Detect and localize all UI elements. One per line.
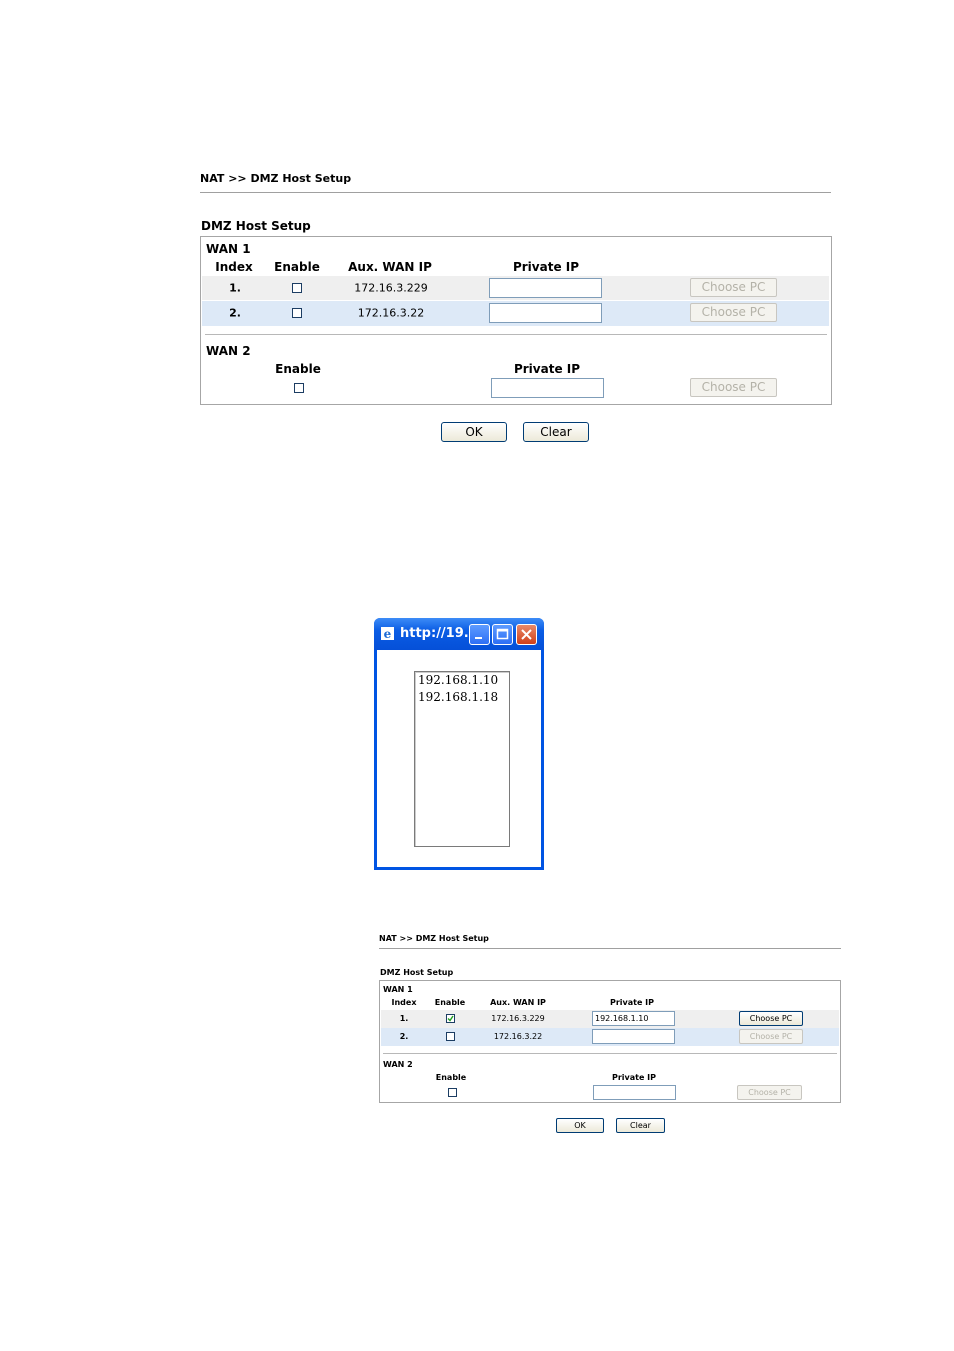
private-ip-header: Private IP (513, 362, 581, 376)
pc-ip-listbox[interactable]: 192.168.1.10 192.168.1.18 (414, 671, 510, 847)
breadcrumb: NAT >> DMZ Host Setup (200, 172, 352, 185)
window-title: http://19... (400, 626, 479, 641)
aux-wan-ip: 172.16.3.229 (354, 281, 428, 295)
wan-divider (383, 1053, 837, 1054)
index-header: Index (391, 998, 417, 1007)
aux-wan-ip-header: Aux. WAN IP (348, 260, 432, 274)
aux-wan-ip-header: Aux. WAN IP (490, 998, 546, 1007)
private-ip-field[interactable] (489, 278, 602, 298)
breadcrumb: NAT >> DMZ Host Setup (379, 934, 489, 943)
maximize-icon[interactable] (492, 624, 513, 645)
private-ip-header: Private IP (512, 260, 580, 274)
private-ip-field[interactable] (491, 378, 604, 398)
enable-header: Enable (275, 362, 321, 376)
private-ip-field[interactable]: 192.168.1.10 (592, 1011, 675, 1026)
window-body: 192.168.1.10 192.168.1.18 (377, 650, 541, 867)
title-divider (379, 948, 841, 949)
enable-checkbox[interactable] (446, 1014, 455, 1023)
section-title: DMZ Host Setup (380, 968, 454, 977)
choose-pc-button[interactable]: Choose PC (739, 1029, 803, 1044)
wan1-label: WAN 1 (206, 242, 251, 256)
clear-button[interactable]: Clear (523, 422, 589, 442)
clear-button[interactable]: Clear (616, 1118, 665, 1133)
table-row: 2. 172.16.3.22 Choose PC (202, 301, 829, 326)
minimize-icon[interactable] (469, 624, 490, 645)
window-titlebar[interactable]: e http://19... (374, 618, 544, 650)
title-divider (200, 192, 831, 193)
choose-pc-button[interactable]: Choose PC (737, 1085, 802, 1100)
row-index: 2. (399, 1032, 409, 1041)
private-ip-field[interactable] (592, 1029, 675, 1044)
enable-header: Enable (274, 260, 320, 274)
private-ip-field[interactable] (489, 303, 602, 323)
enable-header: Enable (435, 1073, 467, 1082)
ok-button[interactable]: OK (556, 1118, 604, 1133)
row-index: 1. (229, 281, 241, 295)
wan2-label: WAN 2 (383, 1060, 413, 1069)
enable-checkbox[interactable] (292, 283, 302, 293)
svg-text:e: e (384, 627, 392, 641)
aux-wan-ip: 172.16.3.22 (493, 1032, 543, 1041)
choose-pc-popup-window: e http://19... 192.168.1.10 192.168.1.18 (374, 618, 544, 870)
enable-checkbox[interactable] (294, 383, 304, 393)
private-ip-header: Private IP (611, 1073, 657, 1082)
wan-divider (205, 334, 827, 335)
row-index: 2. (229, 306, 241, 320)
choose-pc-button[interactable]: Choose PC (690, 378, 777, 397)
choose-pc-button[interactable]: Choose PC (690, 303, 777, 322)
dmz-settings-box: WAN 1 Index Enable Aux. WAN IP Private I… (379, 980, 841, 1103)
index-header: Index (215, 260, 253, 274)
choose-pc-button[interactable]: Choose PC (690, 278, 777, 297)
list-item[interactable]: 192.168.1.18 (415, 689, 509, 706)
wan2-label: WAN 2 (206, 344, 251, 358)
enable-header: Enable (434, 998, 466, 1007)
table-row: 1. 172.16.3.229 Choose PC (202, 276, 829, 300)
aux-wan-ip: 172.16.3.22 (357, 306, 425, 320)
private-ip-field[interactable] (593, 1085, 676, 1100)
aux-wan-ip: 172.16.3.229 (491, 1014, 545, 1023)
section-title: DMZ Host Setup (201, 219, 311, 233)
table-row: 1. 172.16.3.229 192.168.1.10 Choose PC (381, 1010, 839, 1028)
dmz-settings-box: WAN 1 Index Enable Aux. WAN IP Private I… (200, 236, 832, 405)
list-item[interactable]: 192.168.1.10 (415, 672, 509, 689)
enable-checkbox[interactable] (446, 1032, 455, 1041)
close-icon[interactable] (516, 624, 537, 645)
ie-page-icon: e (381, 627, 394, 641)
ok-button[interactable]: OK (441, 422, 507, 442)
choose-pc-button[interactable]: Choose PC (739, 1011, 803, 1026)
row-index: 1. (399, 1014, 409, 1023)
enable-checkbox[interactable] (448, 1088, 457, 1097)
table-row: 2. 172.16.3.22 Choose PC (381, 1028, 839, 1046)
private-ip-header: Private IP (609, 998, 655, 1007)
checkmark-icon (447, 1015, 454, 1022)
enable-checkbox[interactable] (292, 308, 302, 318)
wan1-label: WAN 1 (383, 985, 413, 994)
